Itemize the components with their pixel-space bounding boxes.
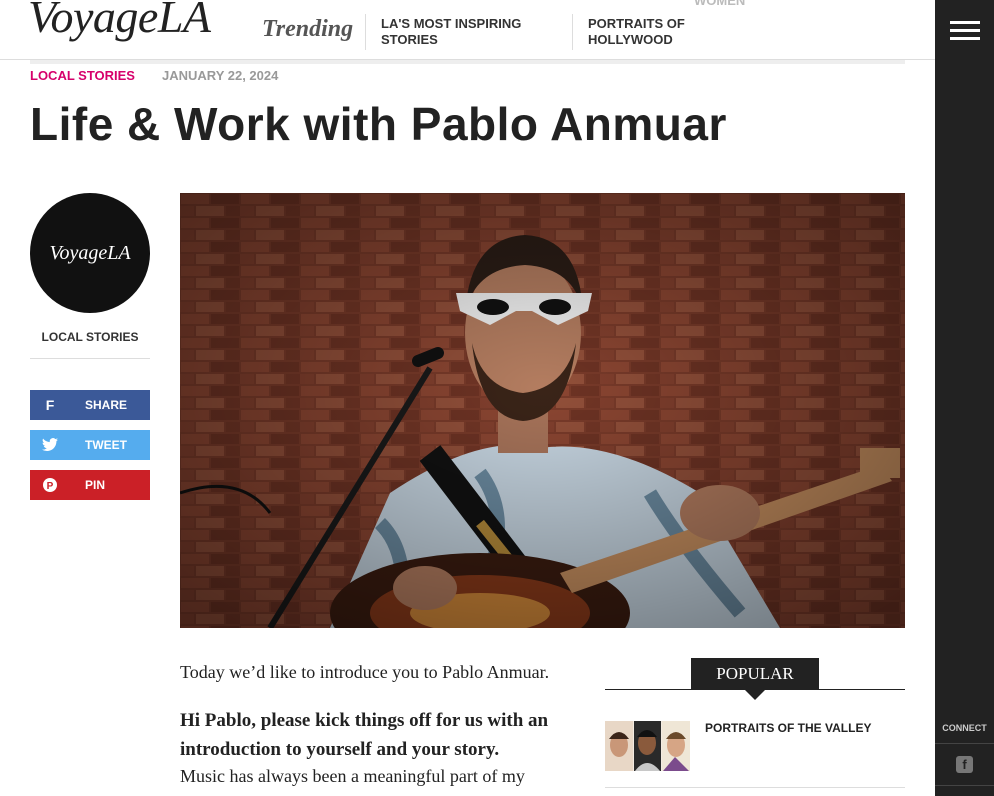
trending-link-inspiring-stories[interactable]: LA'S MOST INSPIRING STORIES [381, 16, 551, 48]
interview-question: Hi Pablo, please kick things off for us … [180, 710, 549, 760]
pinterest-share-button[interactable]: P PIN [30, 470, 150, 500]
ghost-nav-text: WOMEN [694, 0, 746, 8]
facebook-icon: f [45, 397, 55, 413]
site-logo[interactable]: VoyageLA [28, 0, 211, 43]
header-divider [30, 60, 905, 64]
facebook-icon[interactable]: f [956, 756, 973, 773]
author-avatar[interactable]: VoyageLA [30, 193, 150, 313]
rail-divider [935, 743, 994, 744]
popular-heading: POPULAR [691, 658, 819, 690]
pinterest-icon: P [30, 470, 70, 500]
popular-item-divider [605, 787, 905, 788]
tweet-label: TWEET [85, 438, 127, 452]
connect-label: CONNECT [942, 723, 987, 733]
popular-arrow [745, 690, 765, 700]
hero-photo [180, 193, 905, 628]
twitter-icon [30, 430, 70, 460]
twitter-share-button[interactable]: TWEET [30, 430, 150, 460]
pin-label: PIN [85, 478, 106, 492]
trending-label: Trending [262, 16, 354, 42]
article-date: JANUARY 22, 2024 [162, 68, 279, 83]
popular-item-thumbnail[interactable] [605, 721, 690, 771]
facebook-share-button[interactable]: f SHARE [30, 390, 150, 420]
trending-divider [365, 14, 366, 50]
hamburger-menu-icon[interactable] [950, 21, 980, 41]
site-header: VoyageLA WOMEN Trending LA'S MOST INSPIR… [0, 0, 935, 60]
popular-item-title[interactable]: PORTRAITS OF THE VALLEY [705, 721, 871, 735]
author-divider [30, 358, 150, 359]
article-category[interactable]: LOCAL STORIES [30, 68, 135, 83]
rail-divider [935, 785, 994, 786]
share-label: SHARE [85, 398, 128, 412]
interview-answer: Music has always been a meaningful part … [180, 766, 525, 786]
article-intro: Today we’d like to introduce you to Pabl… [180, 662, 550, 682]
author-category[interactable]: LOCAL STORIES [30, 330, 150, 344]
right-rail: CONNECT f [935, 0, 994, 796]
trending-link-portraits-hollywood[interactable]: PORTRAITS OF HOLLYWOOD [588, 16, 708, 48]
article-title: Life & Work with Pablo Anmuar [30, 98, 727, 150]
svg-text:P: P [47, 481, 54, 492]
trending-divider [572, 14, 573, 50]
